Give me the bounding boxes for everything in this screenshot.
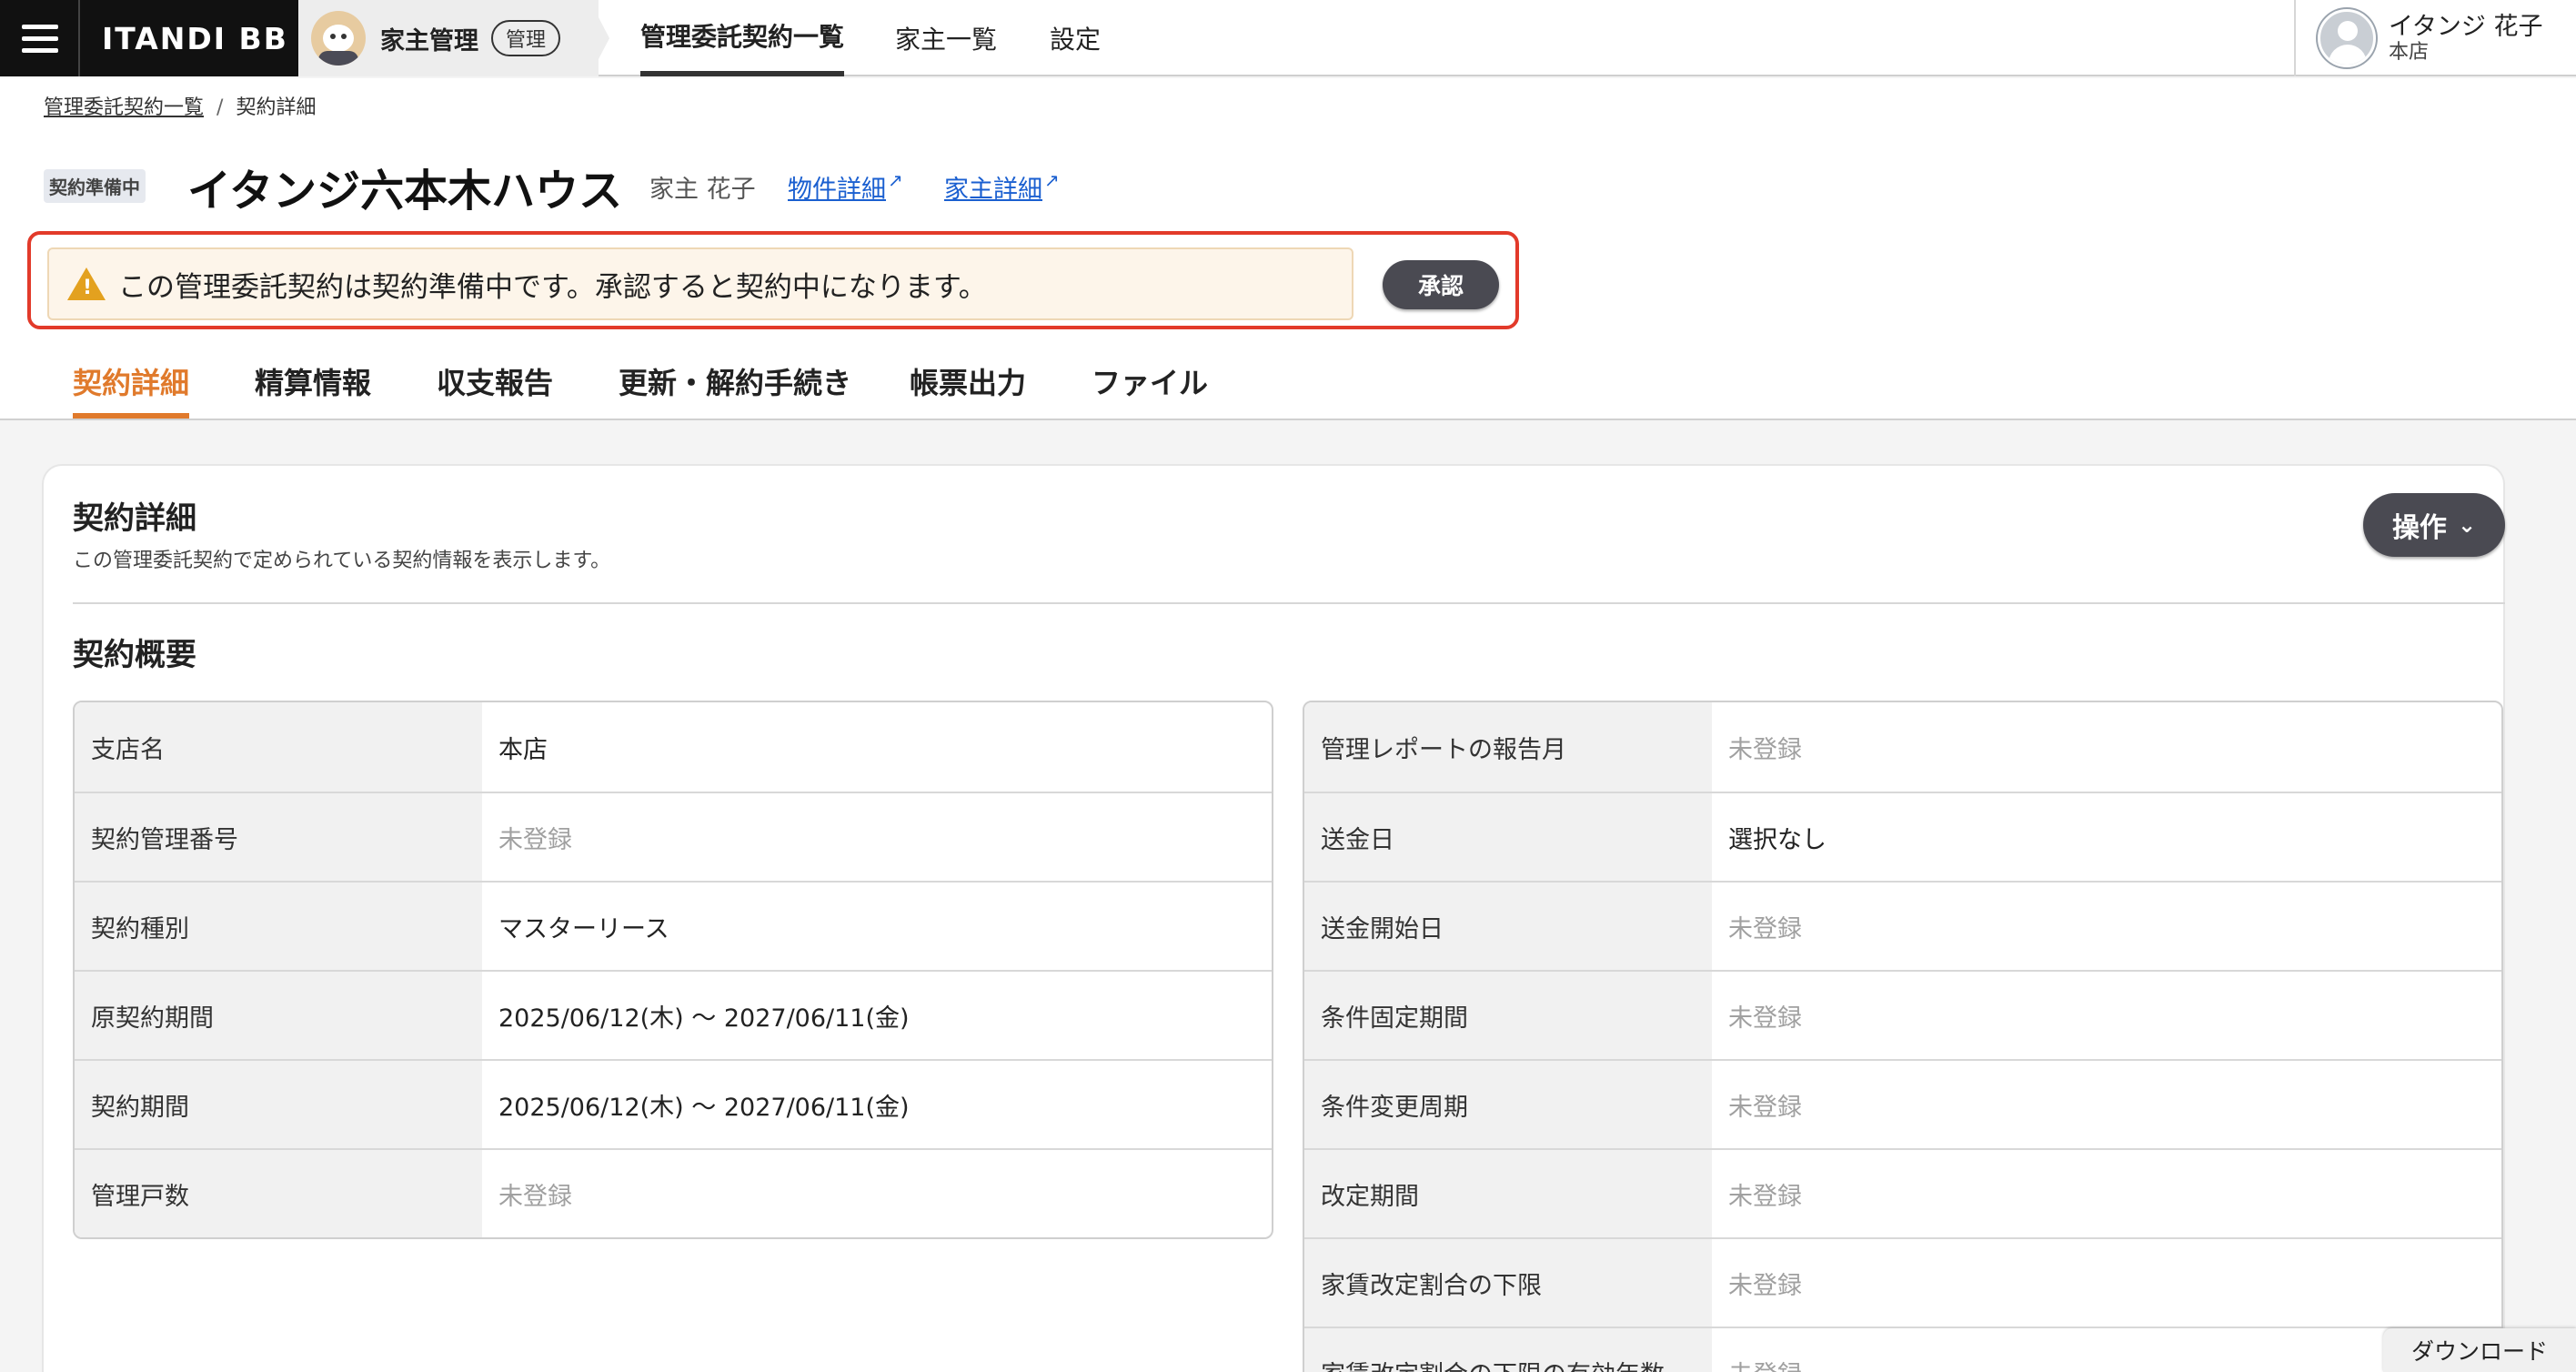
alert-message-box: ! この管理委託契約は契約準備中です。承認すると契約中になります。 xyxy=(47,247,1353,320)
row-label: 家賃改定割合の下限 xyxy=(1304,1239,1712,1327)
bear-mascot-icon xyxy=(311,11,366,66)
tab-income-report[interactable]: 収支報告 xyxy=(437,360,553,419)
warning-icon: ! xyxy=(67,267,106,300)
row-value: 未登録 xyxy=(498,825,572,854)
row-value: 未登録 xyxy=(1728,1004,1802,1033)
card-title: 契約詳細 xyxy=(73,500,196,537)
breadcrumb-current: 契約詳細 xyxy=(236,96,317,119)
row-label: 送金日 xyxy=(1304,793,1712,881)
row-label: 契約期間 xyxy=(75,1061,482,1148)
breadcrumb: 管理委託契約一覧 / 契約詳細 xyxy=(44,91,316,120)
row-label: 送金開始日 xyxy=(1304,883,1712,970)
table-row: 契約期間 2025/06/12(木) 〜 2027/06/11(金) xyxy=(75,1059,1272,1148)
itandi-bb-logo[interactable]: ITANDI BB xyxy=(80,0,298,76)
row-value: 未登録 xyxy=(1728,1182,1802,1211)
row-value: 本店 xyxy=(498,735,548,764)
table-row: 支店名 本店 xyxy=(75,702,1272,792)
approval-alert-highlight: ! この管理委託契約は契約準備中です。承認すると契約中になります。 承認 xyxy=(27,231,1519,329)
breadcrumb-link-contracts[interactable]: 管理委託契約一覧 xyxy=(44,96,204,119)
page-title: イタンジ六本木ハウス xyxy=(187,166,623,217)
row-label: 条件固定期間 xyxy=(1304,972,1712,1059)
alert-message: この管理委託契約は契約準備中です。承認すると契約中になります。 xyxy=(118,270,987,304)
tab-files[interactable]: ファイル xyxy=(1092,360,1208,419)
owner-name: 家主 花子 xyxy=(649,176,756,204)
table-row: 送金開始日 未登録 xyxy=(1304,881,2501,970)
row-value: 未登録 xyxy=(1728,735,1802,764)
tab-document-output[interactable]: 帳票出力 xyxy=(910,360,1026,419)
table-row: 契約管理番号 未登録 xyxy=(75,792,1272,881)
user-avatar-icon xyxy=(2318,9,2376,67)
contract-summary-table-left: 支店名 本店 契約管理番号 未登録 契約種別 マスターリース 原契約期間 2025/06… xyxy=(73,701,1273,1239)
row-label: 契約管理番号 xyxy=(75,793,482,881)
row-value: 未登録 xyxy=(1728,1271,1802,1300)
table-row: 管理レポートの報告月 未登録 xyxy=(1304,702,2501,792)
row-value: 2025/06/12(木) 〜 2027/06/11(金) xyxy=(498,1004,910,1033)
row-value: 2025/06/12(木) 〜 2027/06/11(金) xyxy=(498,1093,910,1122)
hamburger-menu-icon[interactable] xyxy=(0,0,80,76)
table-row: 家賃改定割合の下限 未登録 xyxy=(1304,1237,2501,1327)
breadcrumb-separator: / xyxy=(216,96,224,119)
row-label: 原契約期間 xyxy=(75,972,482,1059)
chevron-down-icon: ⌄ xyxy=(2457,512,2477,538)
table-row: 条件固定期間 未登録 xyxy=(1304,970,2501,1059)
row-label: 改定期間 xyxy=(1304,1150,1712,1237)
row-value: 選択なし xyxy=(1728,825,1826,854)
contract-detail-card: 契約詳細 この管理委託契約で定められている契約情報を表示します。 操作 ⌄ 契約概… xyxy=(44,466,2505,1372)
card-description: この管理委託契約で定められている契約情報を表示します。 xyxy=(73,550,611,572)
operations-button[interactable]: 操作 ⌄ xyxy=(2363,493,2505,557)
app-switcher[interactable]: 家主管理 管理 xyxy=(298,0,599,76)
app-badge: 管理 xyxy=(491,20,561,56)
row-label: 家賃改定割合の下限の有効年数 xyxy=(1304,1328,1712,1372)
table-row: 原契約期間 2025/06/12(木) 〜 2027/06/11(金) xyxy=(75,970,1272,1059)
row-label: 管理戸数 xyxy=(75,1150,482,1237)
row-label: 管理レポートの報告月 xyxy=(1304,702,1712,792)
table-row: 契約種別 マスターリース xyxy=(75,881,1272,970)
app-name: 家主管理 xyxy=(380,26,478,55)
contract-summary-table-right: 管理レポートの報告月 未登録 送金日 選択なし 送金開始日 未登録 条件固定期間 未登録… xyxy=(1303,701,2503,1372)
user-branch: 本店 xyxy=(2389,40,2430,64)
tab-contract-detail[interactable]: 契約詳細 xyxy=(73,360,190,419)
download-button[interactable]: ダウンロード xyxy=(2383,1328,2576,1372)
property-detail-link[interactable]: 物件詳細 ↗ xyxy=(788,169,903,205)
tab-renewal-termination[interactable]: 更新・解約手続き xyxy=(619,360,851,419)
table-row: 送金日 選択なし xyxy=(1304,792,2501,881)
external-link-icon: ↗ xyxy=(888,169,903,191)
nav-tab-settings[interactable]: 設定 xyxy=(1050,0,1101,76)
top-nav: ITANDI BB 家主管理 管理 管理委託契約一覧 家主一覧 設定 イタンジ … xyxy=(0,0,2576,76)
row-value: 未登録 xyxy=(1728,914,1802,943)
owner-detail-link[interactable]: 家主詳細 ↗ xyxy=(944,169,1060,205)
approve-button[interactable]: 承認 xyxy=(1383,260,1499,309)
app-switcher-arrow xyxy=(589,0,609,76)
nav-tab-owners[interactable]: 家主一覧 xyxy=(895,0,997,76)
table-row: 管理戸数 未登録 xyxy=(75,1148,1272,1237)
user-name: イタンジ 花子 xyxy=(2389,12,2543,41)
tab-settlement[interactable]: 精算情報 xyxy=(255,360,371,419)
table-row: 家賃改定割合の下限の有効年数未登録 xyxy=(1304,1327,2501,1372)
row-label: 条件変更周期 xyxy=(1304,1061,1712,1148)
row-value: 未登録 xyxy=(1728,1093,1802,1122)
row-value: マスターリース xyxy=(498,914,669,943)
row-label: 支店名 xyxy=(75,702,482,792)
table-row: 改定期間 未登録 xyxy=(1304,1148,2501,1237)
page-header: 管理委託契約一覧 / 契約詳細 契約準備中 イタンジ六本木ハウス 家主 花子 物件詳… xyxy=(0,78,2576,420)
user-menu[interactable]: イタンジ 花子 本店 xyxy=(2294,0,2576,76)
external-link-icon: ↗ xyxy=(1044,169,1060,191)
nav-tab-contracts[interactable]: 管理委託契約一覧 xyxy=(640,0,845,76)
row-label: 契約種別 xyxy=(75,883,482,970)
status-badge: 契約準備中 xyxy=(44,169,146,203)
table-row: 条件変更周期 未登録 xyxy=(1304,1059,2501,1148)
divider xyxy=(73,602,2505,604)
row-value: 未登録 xyxy=(498,1182,572,1211)
section-title: 契約概要 xyxy=(73,637,196,673)
